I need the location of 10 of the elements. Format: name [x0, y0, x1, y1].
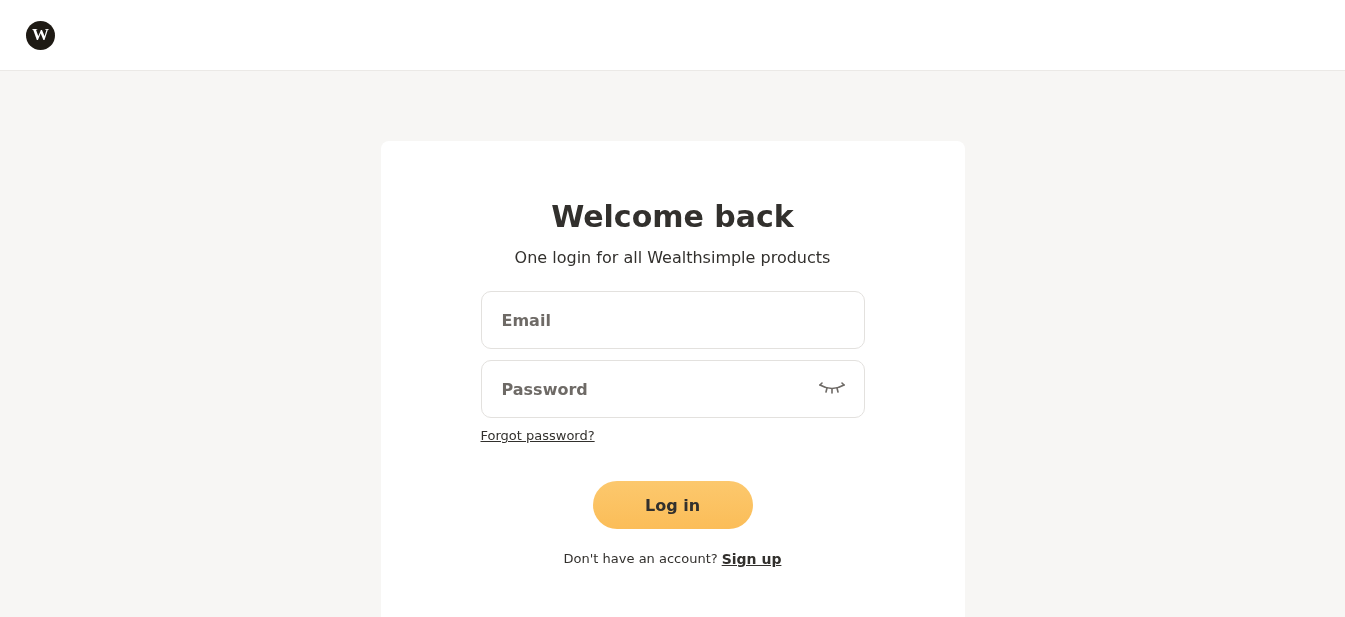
signup-prompt: Don't have an account?: [563, 551, 718, 567]
signup-link[interactable]: Sign up: [721, 551, 782, 567]
password-field[interactable]: Password: [480, 360, 865, 418]
forgot-password-link[interactable]: Forgot password?: [480, 428, 595, 443]
login-button[interactable]: Log in: [592, 481, 753, 529]
closed-eye-icon[interactable]: [818, 382, 845, 396]
title: Welcome back: [551, 199, 794, 234]
subtitle: One login for all Wealthsimple products: [514, 248, 831, 267]
logo[interactable]: W: [26, 20, 55, 50]
email-field[interactable]: Email: [480, 291, 865, 349]
